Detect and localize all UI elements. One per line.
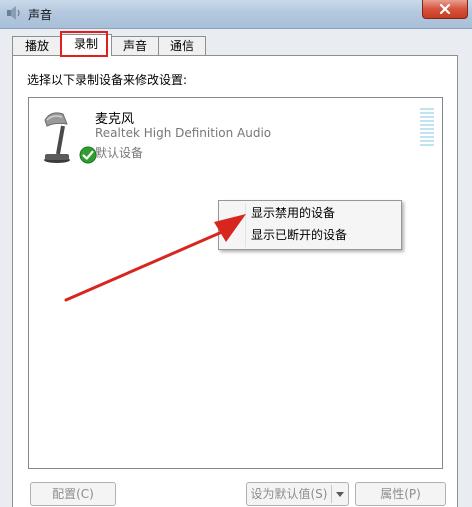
window-title: 声音 bbox=[28, 8, 53, 22]
device-description: Realtek High Definition Audio bbox=[95, 126, 272, 140]
tab-sounds[interactable]: 声音 bbox=[110, 36, 160, 55]
properties-button[interactable]: 属性(P) bbox=[355, 482, 446, 506]
configure-button[interactable]: 配置(C) bbox=[30, 482, 116, 506]
tab-label: 播放 bbox=[24, 39, 49, 53]
level-segment bbox=[420, 116, 434, 118]
tab-label: 录制 bbox=[73, 37, 98, 51]
close-icon bbox=[439, 4, 451, 14]
tab-label: 通信 bbox=[169, 39, 194, 53]
tab-communications[interactable]: 通信 bbox=[158, 36, 206, 55]
level-segment bbox=[420, 124, 434, 126]
instruction-text: 选择以下录制设备来修改设置: bbox=[27, 73, 188, 87]
level-segment bbox=[420, 144, 434, 146]
level-meter bbox=[420, 108, 434, 148]
menu-item-label: 显示已断开的设备 bbox=[251, 228, 348, 242]
level-segment bbox=[420, 112, 434, 114]
list-item[interactable]: 麦克风 Realtek High Definition Audio 默认设备 bbox=[29, 98, 442, 168]
level-segment bbox=[420, 140, 434, 142]
tab-recording[interactable]: 录制 bbox=[60, 34, 112, 56]
chevron-down-icon bbox=[336, 491, 344, 497]
button-label: 设为默认值(S) bbox=[250, 487, 328, 501]
level-segment bbox=[420, 132, 434, 134]
set-default-button[interactable]: 设为默认值(S) bbox=[246, 482, 349, 506]
button-label: 属性(P) bbox=[380, 487, 421, 501]
close-button[interactable] bbox=[422, 0, 468, 19]
level-segment bbox=[420, 108, 434, 110]
level-segment bbox=[420, 128, 434, 130]
recording-panel: 选择以下录制设备来修改设置: 麦克风 Realtek High Definiti… bbox=[12, 55, 458, 507]
device-list[interactable]: 麦克风 Realtek High Definition Audio 默认设备 bbox=[28, 97, 443, 469]
tab-playback[interactable]: 播放 bbox=[12, 36, 62, 55]
context-menu: 显示禁用的设备 显示已断开的设备 bbox=[218, 200, 402, 250]
level-segment bbox=[420, 120, 434, 122]
speaker-icon bbox=[7, 6, 20, 20]
device-status: 默认设备 bbox=[95, 146, 144, 160]
sound-dialog: 声音 播放 录制 声音 通信 选择以下录制设备来修改设置: 麦克风 Realte… bbox=[0, 0, 472, 507]
tab-label: 声音 bbox=[122, 39, 147, 53]
menu-item-show-disconnected[interactable]: 显示已断开的设备 bbox=[221, 225, 399, 246]
device-name: 麦克风 bbox=[95, 112, 135, 127]
menu-item-label: 显示禁用的设备 bbox=[251, 206, 336, 220]
set-default-dropdown[interactable] bbox=[332, 483, 348, 505]
menu-item-show-disabled[interactable]: 显示禁用的设备 bbox=[221, 203, 399, 224]
title-bar[interactable]: 声音 bbox=[0, 0, 472, 29]
button-label: 配置(C) bbox=[52, 487, 94, 501]
level-segment bbox=[420, 136, 434, 138]
